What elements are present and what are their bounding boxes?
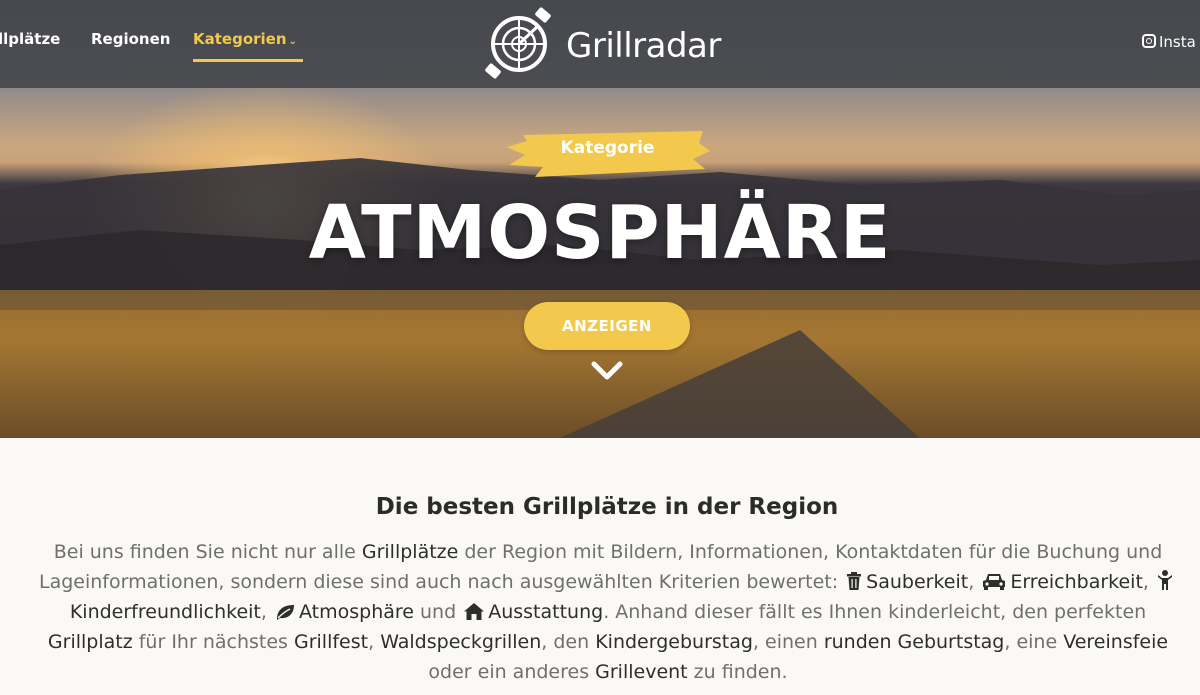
instagram-link[interactable]: Insta — [1142, 33, 1196, 51]
intro-line-1: Bei uns finden Sie nicht nur alle Grillp… — [0, 537, 1200, 567]
keyword-ausstattung: Ausstattung — [488, 601, 604, 623]
brand-name: Grillradar — [566, 26, 721, 66]
category-badge-label: Kategorie — [560, 138, 655, 158]
text-fragment: . Anhand dieser fällt es Ihnen kinderlei… — [603, 601, 1147, 623]
category-badge: Kategorie — [505, 129, 710, 179]
text-fragment: , — [260, 601, 273, 623]
section-heading: Die besten Grillplätze in der Region — [375, 494, 839, 520]
active-nav-indicator — [193, 59, 303, 62]
keyword-grillplatz: Grillplatz — [47, 631, 133, 653]
keyword-atmosphaere: Atmosphäre — [298, 601, 414, 623]
keyword-sauberkeit: Sauberkeit — [866, 571, 969, 593]
home-icon — [464, 603, 485, 620]
keyword-waldspeckgrillen: Waldspeckgrillen — [380, 631, 542, 653]
text-fragment: , — [968, 571, 981, 593]
chevron-down-icon[interactable] — [590, 358, 624, 382]
intro-line-3: Kinderfreundlichkeit, Atmosphäre und Aus… — [0, 597, 1200, 627]
hero-title: ATMOSPHÄRE — [308, 190, 892, 276]
instagram-label: Insta — [1159, 33, 1196, 51]
intro-line-5: oder ein anderes Grillevent zu finden. — [0, 657, 1200, 687]
instagram-icon — [1142, 34, 1156, 48]
chevron-down-icon: ⌄ — [288, 36, 297, 47]
text-fragment: und — [413, 601, 463, 623]
nav-link-regionen[interactable]: Regionen — [91, 30, 170, 48]
keyword-runder-geburtstag: runden Geburtstag — [823, 631, 1005, 653]
intro-line-4: Grillplatz für Ihr nächstes Grillfest, W… — [0, 627, 1200, 657]
text-fragment: zu finden. — [687, 661, 788, 683]
nav-link-grillplaetze[interactable]: llplätze — [0, 30, 60, 48]
text-fragment: oder ein anderes — [428, 661, 596, 683]
text-fragment: , einen — [752, 631, 824, 653]
leaf-icon — [276, 605, 294, 620]
brand-logo[interactable]: Grillradar — [482, 6, 752, 82]
text-fragment: , eine — [1004, 631, 1064, 653]
nav-link-kategorien[interactable]: Kategorien ⌄ — [193, 30, 297, 48]
nav-link-kategorien-label: Kategorien — [193, 30, 287, 48]
text-fragment: , den — [541, 631, 596, 653]
intro-line-2: Lageinformationen, sondern diese sind au… — [0, 567, 1200, 597]
keyword-kindergeburtstag: Kindergeburstag — [595, 631, 753, 653]
text-fragment: , — [368, 631, 381, 653]
text-fragment: Lageinformationen, sondern diese sind au… — [39, 571, 845, 593]
keyword-erreichbarkeit: Erreichbarkeit — [1010, 571, 1143, 593]
child-icon — [1158, 570, 1172, 590]
trash-icon — [847, 572, 862, 590]
show-button[interactable]: ANZEIGEN — [524, 302, 690, 350]
navbar: llplätze Regionen Kategorien ⌄ Grillradar… — [0, 0, 1200, 88]
keyword-grillfest: Grillfest — [293, 631, 369, 653]
car-icon — [983, 574, 1006, 590]
logo-radar-icon — [485, 7, 551, 79]
intro-paragraph: Bei uns finden Sie nicht nur alle Grillp… — [0, 537, 1200, 687]
keyword-kinderfreundlichkeit: Kinderfreundlichkeit — [69, 601, 261, 623]
text-fragment: , — [1142, 571, 1155, 593]
text-fragment: Bei uns finden Sie nicht nur alle — [53, 541, 362, 563]
keyword-grillevent: Grillevent — [595, 661, 688, 683]
text-fragment: der Region mit Bildern, Informationen, K… — [458, 541, 1163, 563]
keyword-grillplaetze: Grillplätze — [361, 541, 459, 563]
keyword-vereinsfeier: Vereinsfeie — [1063, 631, 1169, 653]
text-fragment: für Ihr nächstes — [132, 631, 294, 653]
